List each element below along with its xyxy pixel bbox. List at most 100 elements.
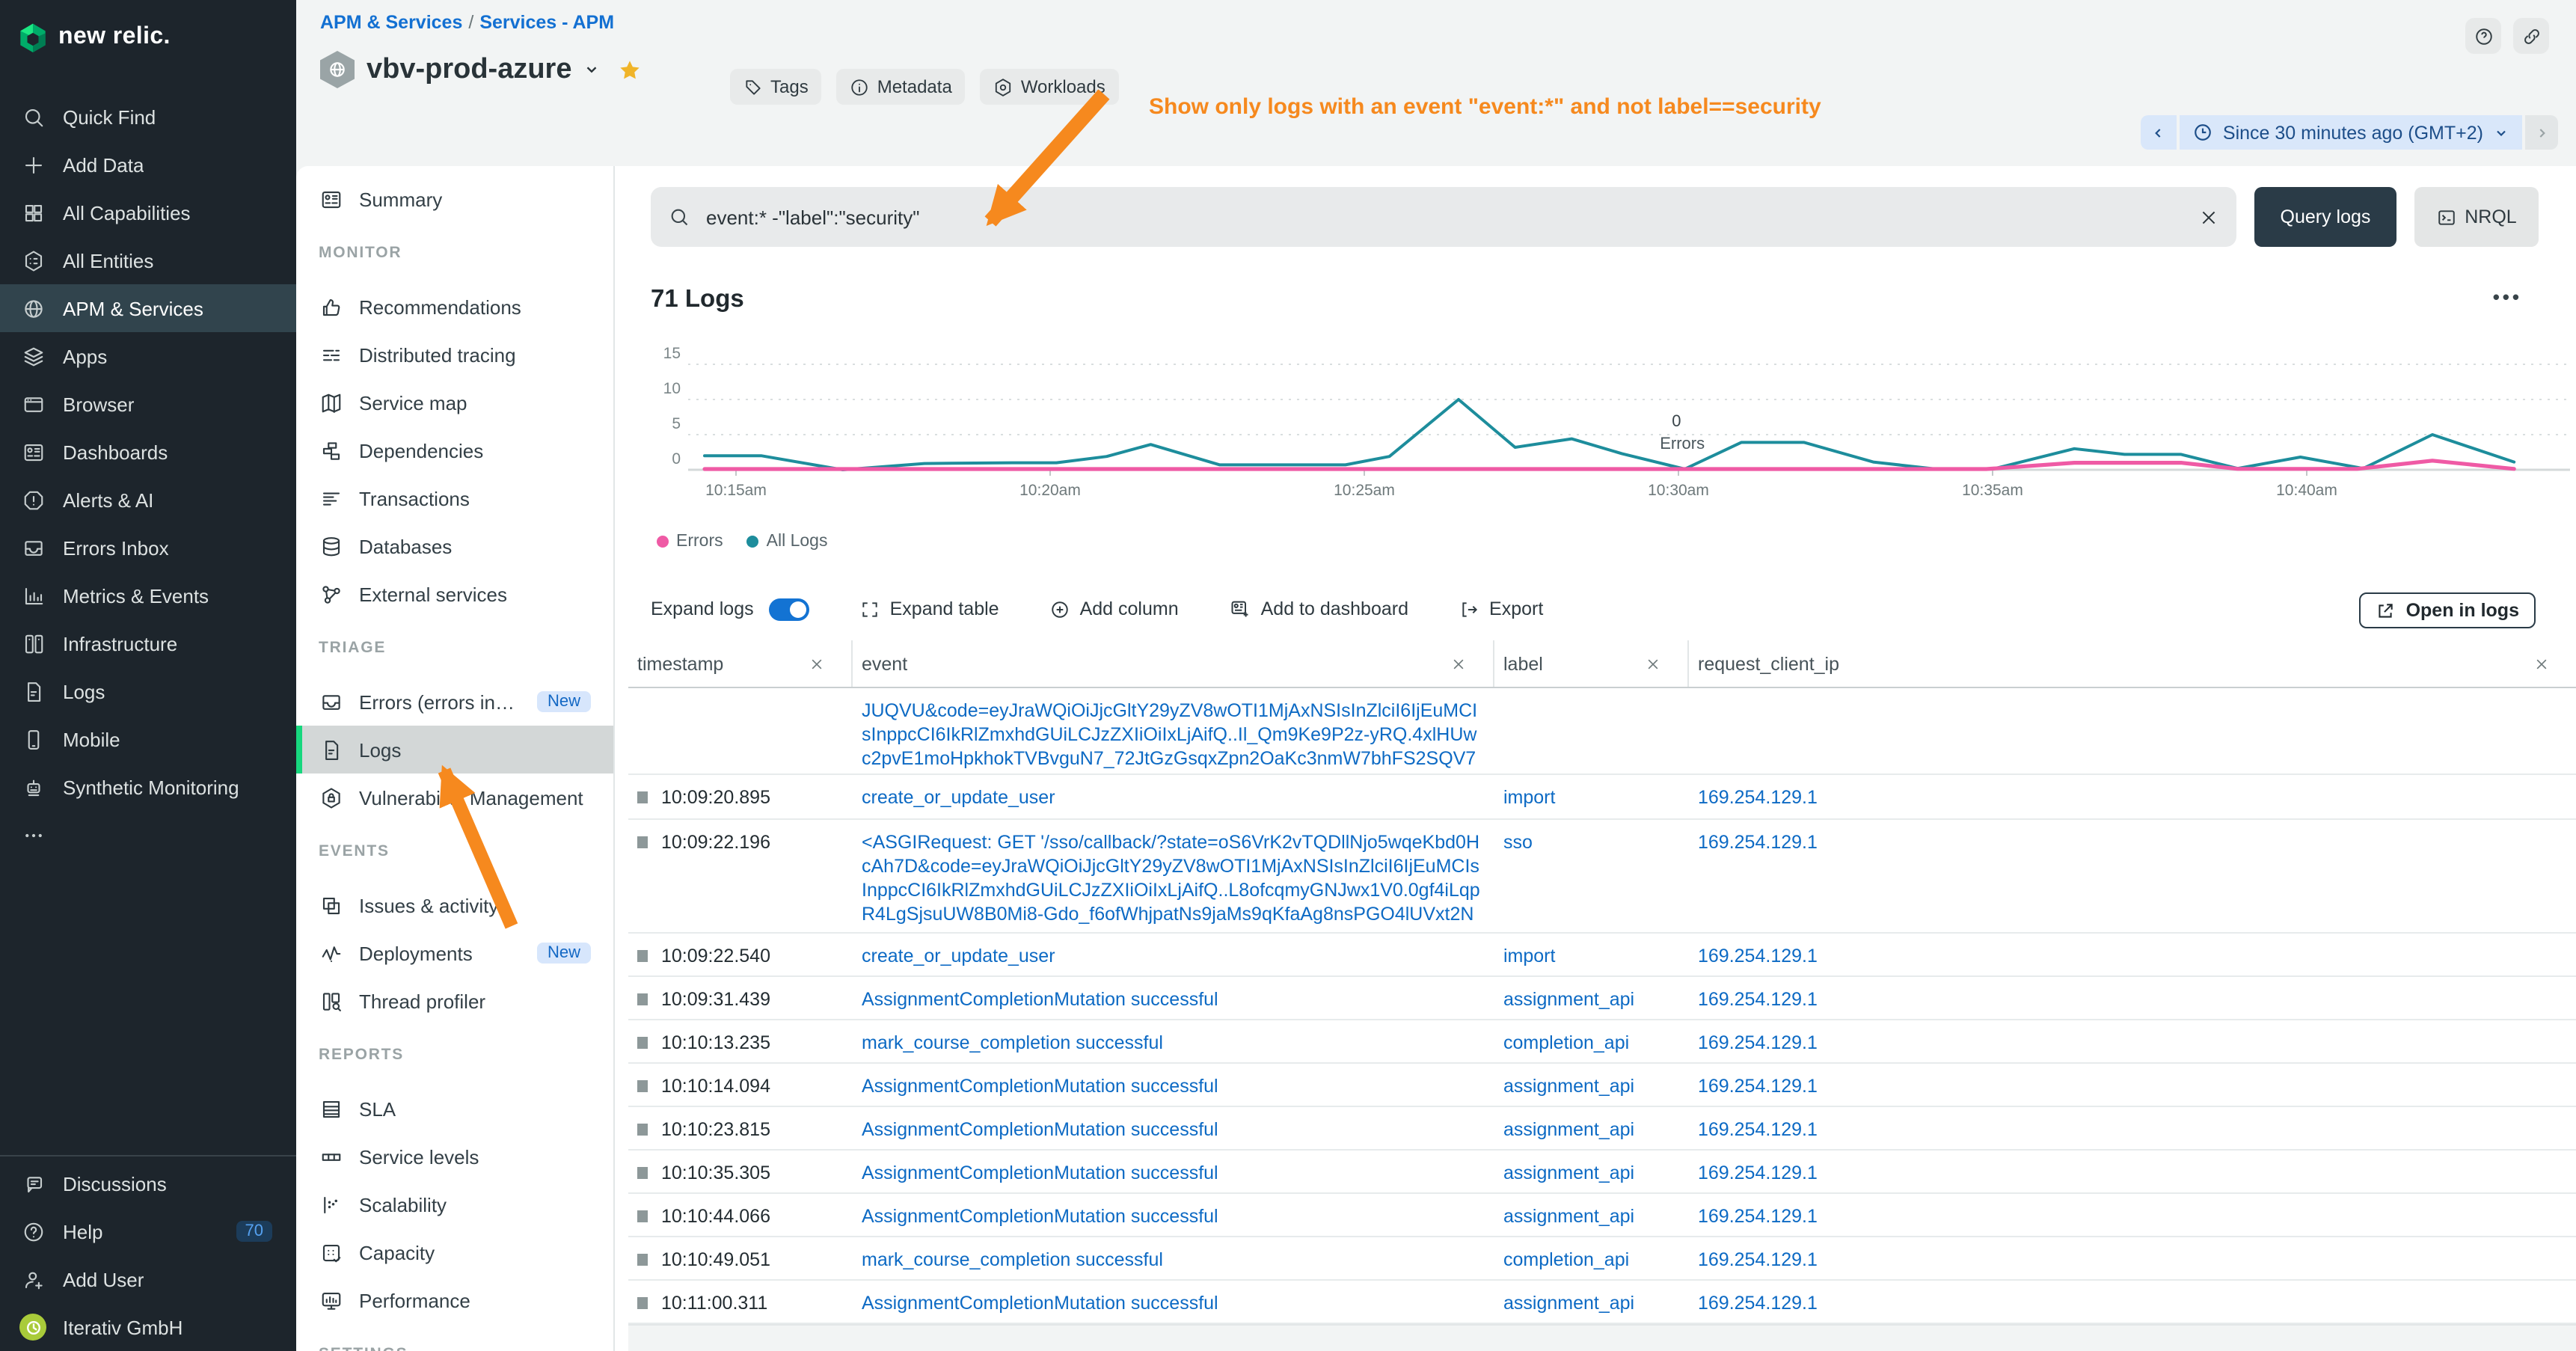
cell-event[interactable]: mark_course_completion successful (853, 1020, 1494, 1064)
cell-request-client-ip[interactable]: 169.254.129.1 (1689, 977, 2576, 1019)
table-row[interactable]: 10:09:20.895create_or_update_userimport1… (628, 775, 2576, 820)
service-nav-capacity[interactable]: Capacity (296, 1228, 613, 1276)
table-row[interactable]: 10:10:49.051mark_course_completion succe… (628, 1237, 2576, 1281)
cell-label[interactable]: assignment_api (1494, 1064, 1689, 1106)
cell-label[interactable]: assignment_api (1494, 1107, 1689, 1149)
table-row[interactable]: 10:09:22.540create_or_update_userimport1… (628, 934, 2576, 977)
column-header-event[interactable]: event (853, 640, 1494, 687)
time-back-button[interactable] (2141, 115, 2177, 150)
service-nav-scalability[interactable]: Scalability (296, 1180, 613, 1228)
cell-request-client-ip[interactable]: 169.254.129.1 (1689, 1151, 2576, 1192)
cell-label[interactable]: import (1494, 934, 1689, 975)
entity-chevron-down-icon[interactable] (584, 61, 601, 78)
service-nav-recommendations[interactable]: Recommendations (296, 283, 613, 331)
remove-column-icon[interactable] (2534, 656, 2549, 671)
service-nav-dependencies[interactable]: Dependencies (296, 426, 613, 474)
sidebar-item-all-capabilities[interactable]: All Capabilities (0, 189, 296, 236)
service-nav-distributed-tracing[interactable]: Distributed tracing (296, 331, 613, 379)
cell-request-client-ip[interactable]: 169.254.129.1 (1689, 775, 2576, 818)
workloads-button[interactable]: Workloads (981, 69, 1119, 105)
cell-event[interactable]: AssignmentCompletionMutation successful (853, 1281, 1494, 1324)
service-nav-summary[interactable]: Summary (296, 175, 613, 223)
cell-request-client-ip[interactable]: 169.254.129.1 (1689, 934, 2576, 975)
sidebar-footer-discussions[interactable]: Discussions (0, 1159, 296, 1207)
remove-column-icon[interactable] (1646, 656, 1660, 671)
query-logs-button[interactable]: Query logs (2254, 187, 2396, 247)
table-row[interactable]: 10:09:31.439AssignmentCompletionMutation… (628, 977, 2576, 1020)
time-forward-button[interactable] (2525, 115, 2558, 150)
log-search-input[interactable] (703, 204, 2186, 230)
cell-event[interactable]: AssignmentCompletionMutation successful (853, 1151, 1494, 1194)
sidebar-item-infrastructure[interactable]: Infrastructure (0, 619, 296, 667)
expand-table-button[interactable]: Expand table (860, 598, 999, 619)
sidebar-footer-add-user[interactable]: Add User (0, 1255, 296, 1303)
sidebar-item-metrics-events[interactable]: Metrics & Events (0, 572, 296, 619)
sidebar-item-dashboards[interactable]: Dashboards (0, 428, 296, 476)
service-nav-logs[interactable]: Logs (296, 726, 613, 773)
cell-label[interactable]: assignment_api (1494, 977, 1689, 1019)
sidebar-item-add-data[interactable]: Add Data (0, 141, 296, 189)
sidebar-item-mobile[interactable]: Mobile (0, 715, 296, 763)
chart-options-menu[interactable]: ••• (2493, 286, 2522, 308)
service-nav-transactions[interactable]: Transactions (296, 474, 613, 522)
cell-request-client-ip[interactable]: 169.254.129.1 (1689, 1020, 2576, 1062)
table-row[interactable]: 10:10:35.305AssignmentCompletionMutation… (628, 1151, 2576, 1194)
service-nav-databases[interactable]: Databases (296, 522, 613, 570)
table-row[interactable]: JUQVU&code=eyJraWQiOiJjcGltY29yZV8wOTI1M… (628, 688, 2576, 775)
help-button[interactable] (2465, 18, 2501, 54)
sidebar-item-errors-inbox[interactable]: Errors Inbox (0, 524, 296, 572)
metadata-button[interactable]: Metadata (837, 69, 966, 105)
cell-event[interactable]: mark_course_completion successful (853, 1237, 1494, 1281)
cell-event[interactable]: <ASGIRequest: GET '/sso/callback/?state=… (853, 820, 1494, 934)
clear-search-icon[interactable] (2199, 207, 2218, 227)
service-nav-external-services[interactable]: External services (296, 570, 613, 618)
sidebar-item-browser[interactable]: Browser (0, 380, 296, 428)
breadcrumb-services-apm[interactable]: Services - APM (479, 12, 614, 33)
cell-label[interactable]: sso (1494, 820, 1689, 932)
service-nav-performance[interactable]: Performance (296, 1276, 613, 1324)
sidebar-item-apps[interactable]: Apps (0, 332, 296, 380)
sidebar-footer-iterativ-gmbh[interactable]: Iterativ GmbH (0, 1303, 296, 1351)
table-row[interactable]: 10:09:22.196<ASGIRequest: GET '/sso/call… (628, 820, 2576, 934)
sidebar-item-apm-services[interactable]: APM & Services (0, 284, 296, 332)
cell-request-client-ip[interactable]: 169.254.129.1 (1689, 1107, 2576, 1149)
column-header-timestamp[interactable]: timestamp (628, 640, 853, 687)
sidebar-item-all-entities[interactable]: All Entities (0, 236, 296, 284)
cell-event[interactable]: AssignmentCompletionMutation successful (853, 977, 1494, 1020)
breadcrumb-apm-services[interactable]: APM & Services (320, 12, 462, 33)
sidebar-footer-help[interactable]: Help70 (0, 1207, 296, 1255)
cell-label[interactable]: completion_api (1494, 1237, 1689, 1279)
table-row[interactable]: 10:10:14.094AssignmentCompletionMutation… (628, 1064, 2576, 1107)
service-nav-issues-activity[interactable]: Issues & activity (296, 881, 613, 929)
open-in-logs-button[interactable]: Open in logs (2360, 592, 2536, 628)
cell-label[interactable]: completion_api (1494, 1020, 1689, 1062)
service-nav-vulnerability-management[interactable]: Vulnerability Management (296, 773, 613, 821)
table-row[interactable]: 10:10:23.815AssignmentCompletionMutation… (628, 1107, 2576, 1151)
table-row[interactable]: 10:10:44.066AssignmentCompletionMutation… (628, 1194, 2576, 1237)
cell-label[interactable]: assignment_api (1494, 1194, 1689, 1236)
add-column-button[interactable]: Add column (1050, 598, 1179, 619)
cell-label[interactable]: assignment_api (1494, 1151, 1689, 1192)
cell-event[interactable]: AssignmentCompletionMutation successful (853, 1194, 1494, 1237)
table-row[interactable]: 10:10:13.235mark_course_completion succe… (628, 1020, 2576, 1064)
favorite-star-icon[interactable] (619, 58, 643, 82)
cell-request-client-ip[interactable]: 169.254.129.1 (1689, 1237, 2576, 1279)
tags-button[interactable]: Tags (730, 69, 822, 105)
cell-label[interactable]: assignment_api (1494, 1281, 1689, 1323)
cell-event[interactable]: AssignmentCompletionMutation successful (853, 1064, 1494, 1107)
cell-request-client-ip[interactable]: 169.254.129.1 (1689, 1194, 2576, 1236)
cell-event[interactable]: JUQVU&code=eyJraWQiOiJjcGltY29yZV8wOTI1M… (853, 688, 1494, 775)
sidebar-item-quick-find[interactable]: Quick Find (0, 93, 296, 141)
export-button[interactable]: Export (1459, 598, 1543, 619)
legend-all-logs[interactable]: All Logs (747, 533, 828, 551)
sidebar-item-alerts-ai[interactable]: Alerts & AI (0, 476, 296, 524)
remove-column-icon[interactable] (809, 656, 824, 671)
cell-request-client-ip[interactable]: 169.254.129.1 (1689, 820, 2576, 932)
service-nav-sla[interactable]: SLA (296, 1085, 613, 1133)
sidebar-item-logs[interactable]: Logs (0, 667, 296, 715)
sidebar-item-synthetic-monitoring[interactable]: Synthetic Monitoring (0, 763, 296, 811)
cell-request-client-ip[interactable]: 169.254.129.1 (1689, 1064, 2576, 1106)
table-row[interactable]: 10:11:00.311AssignmentCompletionMutation… (628, 1281, 2576, 1324)
cell-event[interactable]: create_or_update_user (853, 775, 1494, 820)
time-range-dropdown[interactable]: Since 30 minutes ago (GMT+2) (2180, 115, 2522, 150)
